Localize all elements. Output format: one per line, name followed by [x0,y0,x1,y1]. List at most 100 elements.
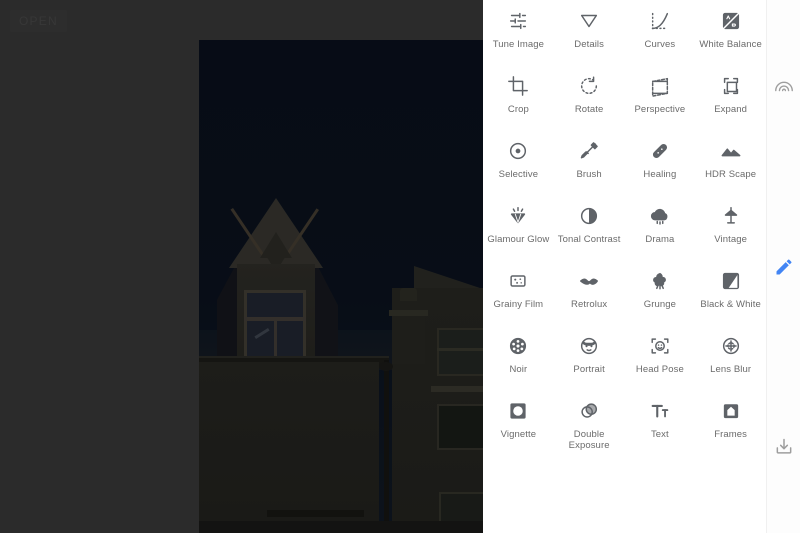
tool-label: Grunge [643,299,677,310]
tool-label: Healing [643,169,677,180]
tool-label: Glamour Glow [487,234,550,245]
tools-panel: Tune Image Details Curves White Balance Crop… [483,0,766,533]
tool-label: Brush [576,169,602,180]
retrolux-moustache-icon [578,268,600,294]
tool-label: Selective [498,169,539,180]
tool-label: HDR Scape [705,169,757,180]
tool-label: Vintage [714,234,747,245]
tools-button[interactable] [767,252,800,286]
triangle-down-icon [578,8,600,34]
expand-icon [720,73,742,99]
tool-lens-blur[interactable]: Lens Blur [695,327,766,392]
tool-label: Portrait [573,364,605,375]
mountains-icon [720,138,742,164]
double-exposure-icon [578,398,600,424]
tool-label: Noir [509,364,528,375]
tool-crop[interactable]: Crop [483,67,554,132]
tool-label: Drama [645,234,675,245]
selective-target-icon [507,138,529,164]
tool-label: Rotate [574,104,604,115]
tool-frames[interactable]: Frames [695,392,766,457]
tool-white-balance[interactable]: White Balance [695,2,766,67]
photo-neighbour-sill [431,386,483,392]
tool-label: Lens Blur [710,364,752,375]
rainbow-arc-icon [773,75,795,102]
curve-icon [649,8,671,34]
white-balance-icon [720,8,742,34]
tool-selective[interactable]: Selective [483,132,554,197]
tool-details[interactable]: Details [554,2,625,67]
grunge-splatter-icon [649,268,671,294]
tool-label: Text [650,429,669,440]
tool-expand[interactable]: Expand [695,67,766,132]
open-button[interactable]: OPEN [10,10,67,32]
glamour-diamond-icon [507,203,529,229]
looks-button[interactable] [767,71,800,105]
perspective-icon [649,73,671,99]
tool-label: Tonal Contrast [557,234,621,245]
tool-label: Frames [714,429,748,440]
tool-hdr-scape[interactable]: HDR Scape [695,132,766,197]
tool-vignette[interactable]: Vignette [483,392,554,457]
tool-head-pose[interactable]: Head Pose [625,327,696,392]
photo-lower-window-lintel [267,510,364,517]
photo-front-wall [199,362,379,533]
tool-text[interactable]: Text [625,392,696,457]
tool-noir[interactable]: Noir [483,327,554,392]
rotate-icon [578,73,600,99]
tools-grid: Tune Image Details Curves White Balance Crop… [483,0,766,457]
crop-icon [507,73,529,99]
sliders-icon [507,8,529,34]
photo-gutter-bracket [379,362,393,371]
grainy-film-icon [507,268,529,294]
text-tt-icon [649,398,671,424]
photo-chimney [392,298,425,364]
tool-label: Details [574,39,604,50]
tool-black-white[interactable]: Black & White [695,262,766,327]
tool-rotate[interactable]: Rotate [554,67,625,132]
photo-chimney-cap [389,310,428,316]
tool-grainy-film[interactable]: Grainy Film [483,262,554,327]
tool-label: White Balance [699,39,762,50]
photo-neighbour-window-middle [437,404,483,450]
photo-chimney-pot [400,288,417,301]
frames-icon [720,398,742,424]
lamp-icon [720,203,742,229]
photo-canvas-area[interactable]: OPEN [0,0,483,533]
tool-label: Perspective [634,104,686,115]
tool-healing[interactable]: Healing [625,132,696,197]
tool-tonal-contrast[interactable]: Tonal Contrast [554,197,625,262]
tool-curves[interactable]: Curves [625,2,696,67]
tool-drama[interactable]: Drama [625,197,696,262]
tool-grunge[interactable]: Grunge [625,262,696,327]
export-button[interactable] [767,432,800,466]
tool-brush[interactable]: Brush [554,132,625,197]
tool-label: Double Exposure [568,429,610,451]
tool-retrolux[interactable]: Retrolux [554,262,625,327]
snapseed-editor-window: OPEN Tune Image Details Curves White Bal… [0,0,800,533]
half-circle-contrast-icon [578,203,600,229]
tool-portrait[interactable]: Portrait [554,327,625,392]
right-rail [766,0,800,533]
tool-double-exposure[interactable]: Double Exposure [554,392,625,457]
tool-label: Crop [507,104,529,115]
healing-bandage-icon [649,138,671,164]
photo-downpipe [384,360,389,533]
tool-label: Curves [644,39,676,50]
tool-glamour-glow[interactable]: Glamour Glow [483,197,554,262]
storm-cloud-icon [649,203,671,229]
tool-label: Tune Image [492,39,545,50]
tool-perspective[interactable]: Perspective [625,67,696,132]
tool-vintage[interactable]: Vintage [695,197,766,262]
download-icon [774,437,794,462]
black-white-square-icon [720,268,742,294]
tool-label: Vignette [500,429,537,440]
tool-label: Black & White [700,299,761,310]
photo-neighbour-window-top [437,328,483,376]
lens-blur-icon [720,333,742,359]
head-pose-bracket-icon [649,333,671,359]
photo-bottom-shadow [199,521,483,533]
brush-icon [578,138,600,164]
tool-tune-image[interactable]: Tune Image [483,2,554,67]
photo-preview[interactable] [199,40,483,533]
